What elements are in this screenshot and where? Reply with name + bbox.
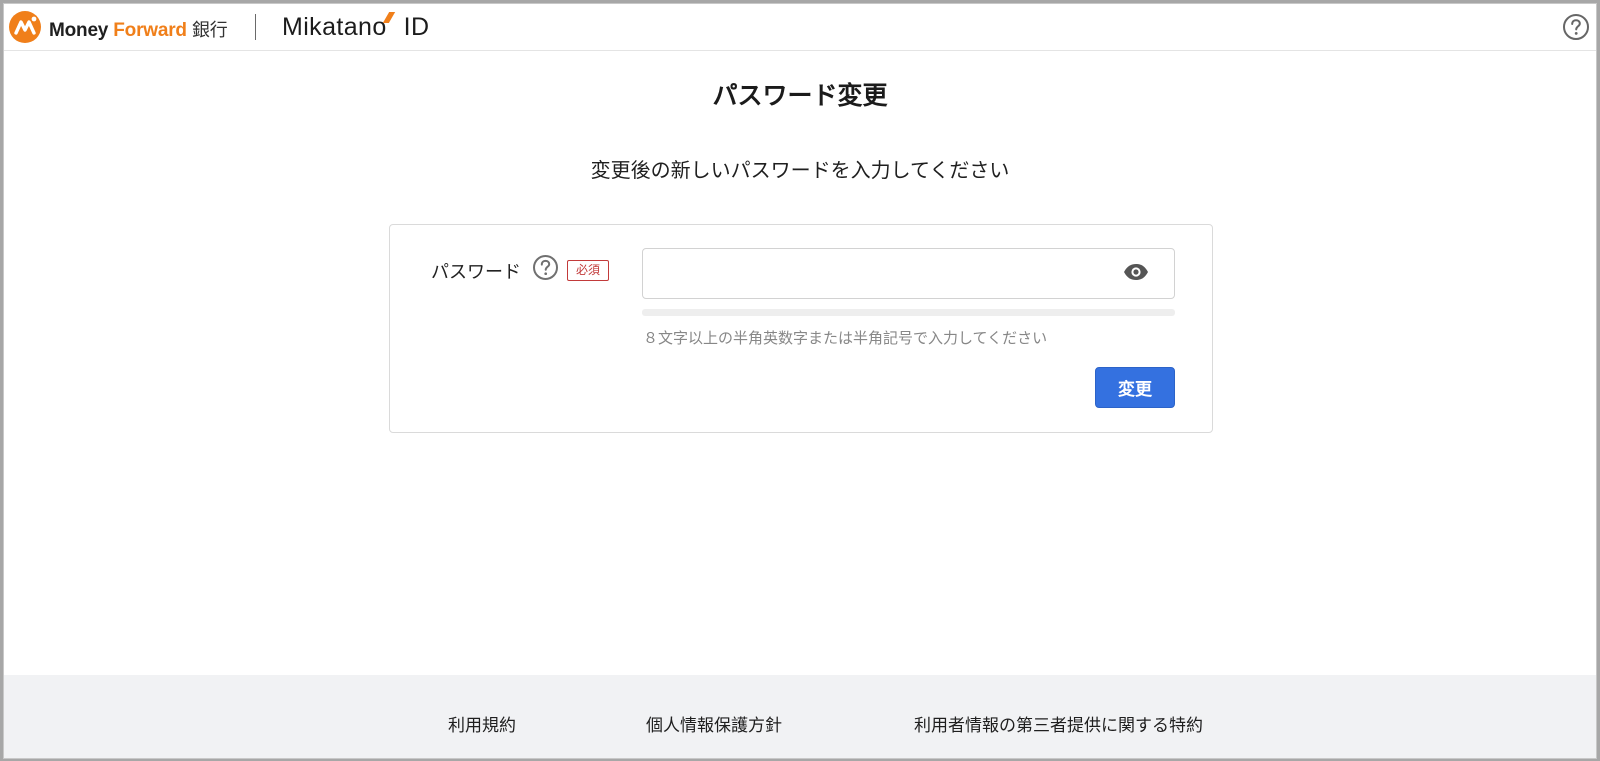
product-name: Mikatano ID [282,12,429,42]
password-label: パスワード [431,262,521,283]
footer: 利用規約 個人情報保護方針 利用者情報の第三者提供に関する特約 [4,675,1596,758]
change-button[interactable]: 変更 [1095,367,1175,408]
header-divider [255,14,256,40]
third-party-provision-link[interactable]: 利用者情報の第三者提供に関する特約 [914,711,1203,736]
password-form-card: パスワード 必須 ８文字以上の半角英数字または半角記号で入力してください 変更 [389,224,1213,433]
brand-name: Money Forward 銀行 [49,16,228,42]
product-name-id: ID [403,13,430,41]
money-forward-logo-icon [9,11,41,43]
brand-word-money: Money [49,20,109,41]
terms-link[interactable]: 利用規約 [448,711,516,736]
required-badge: 必須 [567,260,609,281]
page-subtitle: 変更後の新しいパスワードを入力してください [590,158,1010,182]
eye-icon[interactable] [1123,263,1149,281]
brand-word-forward: Forward [113,20,187,41]
password-input[interactable] [642,248,1175,299]
password-hint: ８文字以上の半角英数字または半角記号で入力してください [643,329,1048,347]
product-name-main: Mikatano [282,13,387,41]
password-help-icon[interactable] [532,254,559,281]
page-title: パスワード変更 [712,81,888,110]
app-window: Money Forward 銀行 Mikatano ID パスワード変更 変更後の… [3,3,1597,759]
password-strength-bar [642,309,1175,316]
brand-word-bank: 銀行 [191,20,228,40]
privacy-policy-link[interactable]: 個人情報保護方針 [646,711,782,736]
question-circle-icon[interactable] [1562,13,1590,41]
header: Money Forward 銀行 Mikatano ID [4,4,1596,51]
